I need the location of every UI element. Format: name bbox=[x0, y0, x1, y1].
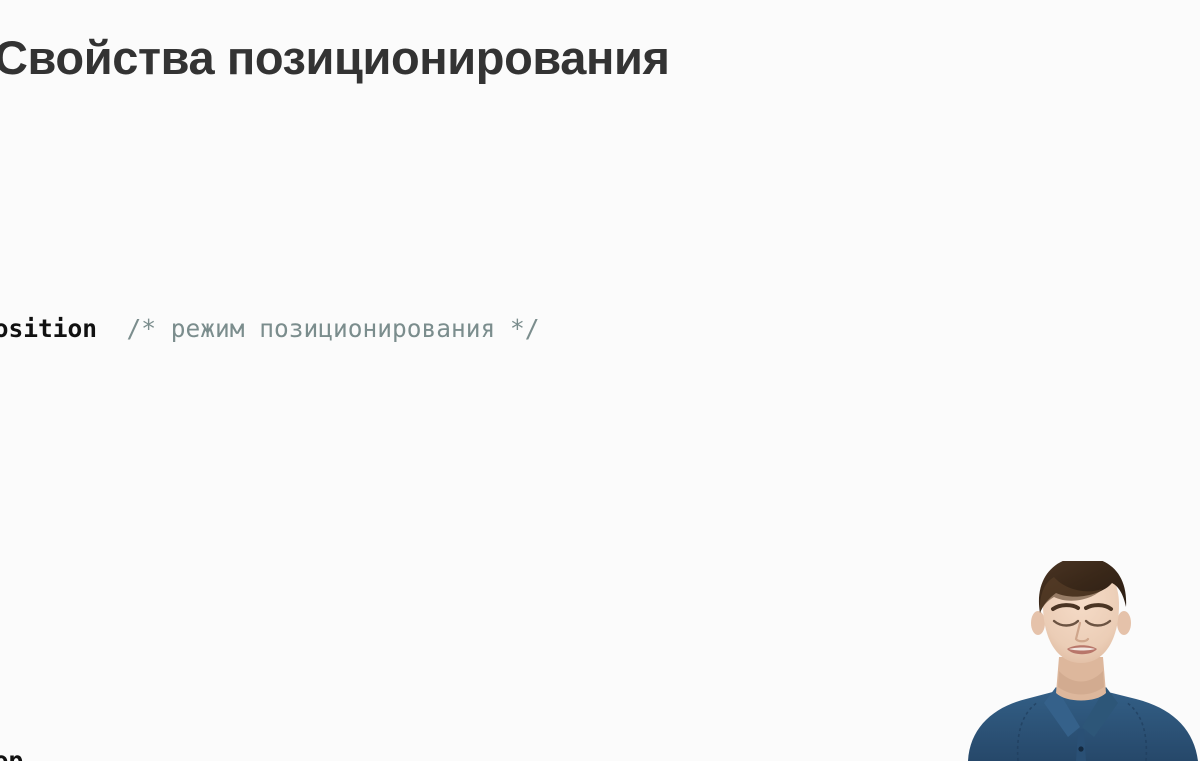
slide-canvas: Свойства позиционирования position /* ре… bbox=[0, 0, 1200, 761]
css-property-top: top bbox=[0, 746, 24, 761]
css-properties-code-block: position /* режим позиционирования */ to… bbox=[0, 140, 702, 761]
css-property-position: position bbox=[0, 314, 98, 343]
presenter-webcam-overlay[interactable] bbox=[960, 561, 1200, 761]
code-comment-position: /* режим позиционирования */ bbox=[126, 314, 540, 343]
code-line: position /* режим позиционирования */ bbox=[0, 302, 702, 356]
code-line: top bbox=[0, 734, 702, 761]
page-title: Свойства позиционирования bbox=[0, 31, 670, 84]
